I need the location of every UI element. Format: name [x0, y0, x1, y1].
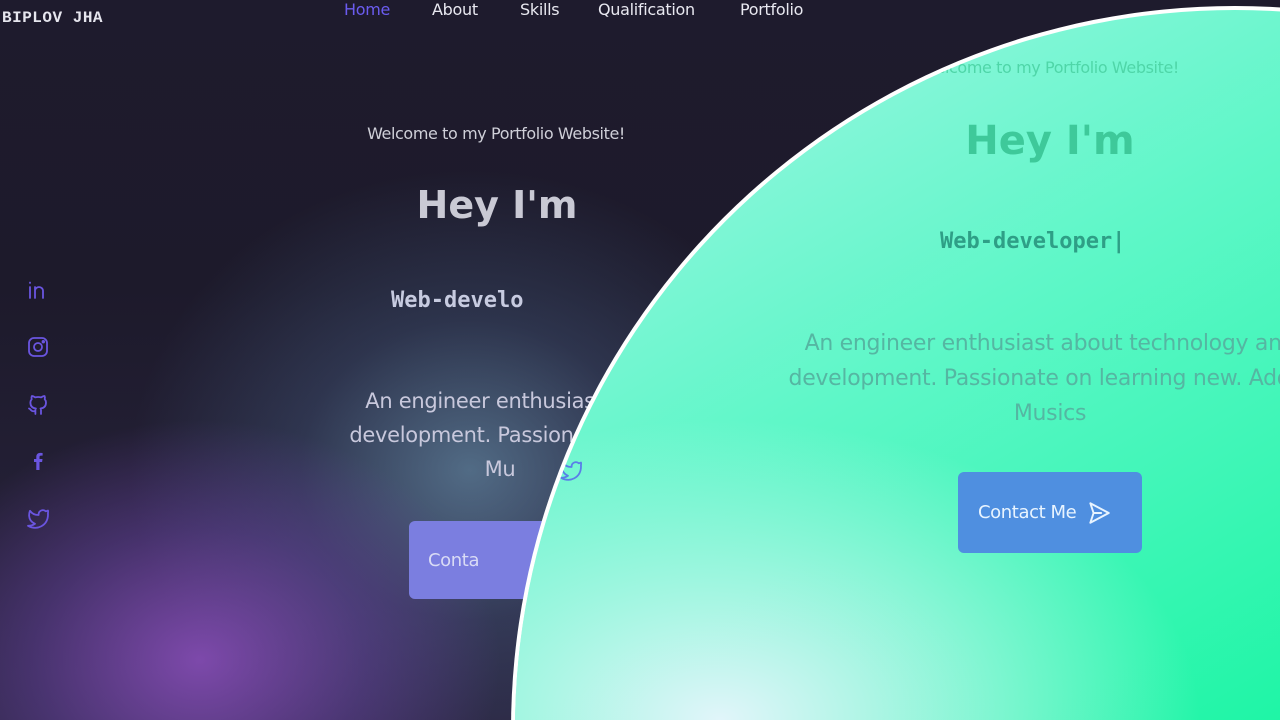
greeting-heading: Hey I'm	[965, 118, 1135, 164]
instagram-icon[interactable]	[26, 335, 50, 359]
description-line-2: development. Passionate on learning new.…	[788, 366, 1280, 391]
facebook-icon[interactable]	[26, 449, 50, 473]
welcome-text: Welcome to my Portfolio Website!	[367, 124, 625, 143]
hero-description: An engineer enthusiast about technology …	[700, 326, 1280, 431]
nav-portfolio[interactable]: Portfolio	[740, 0, 803, 19]
social-links	[26, 278, 52, 563]
nav-about[interactable]: About	[432, 0, 478, 19]
main-nav: Home About Skills Qualification Portfoli…	[0, 0, 1280, 24]
nav-skills[interactable]: Skills	[520, 0, 560, 19]
contact-button-label: Conta	[428, 549, 480, 571]
description-line-1: An engineer enthusiast about technology …	[804, 331, 1280, 356]
contact-me-button[interactable]: Contact Me	[958, 472, 1142, 553]
github-icon[interactable]	[26, 392, 50, 416]
twitter-icon[interactable]	[26, 506, 50, 530]
role-typewriter: Web-developer|	[940, 229, 1126, 254]
contact-button-label: Contact Me	[978, 502, 1077, 523]
greeting-heading: Hey I'm	[416, 183, 578, 227]
nav-home[interactable]: Home	[344, 0, 390, 19]
send-icon	[1089, 501, 1111, 524]
linkedin-icon[interactable]	[26, 278, 50, 302]
description-line-3: Musics	[1013, 401, 1087, 426]
nav-qualification[interactable]: Qualification	[598, 0, 695, 19]
role-typewriter: Web-develo	[391, 288, 524, 313]
